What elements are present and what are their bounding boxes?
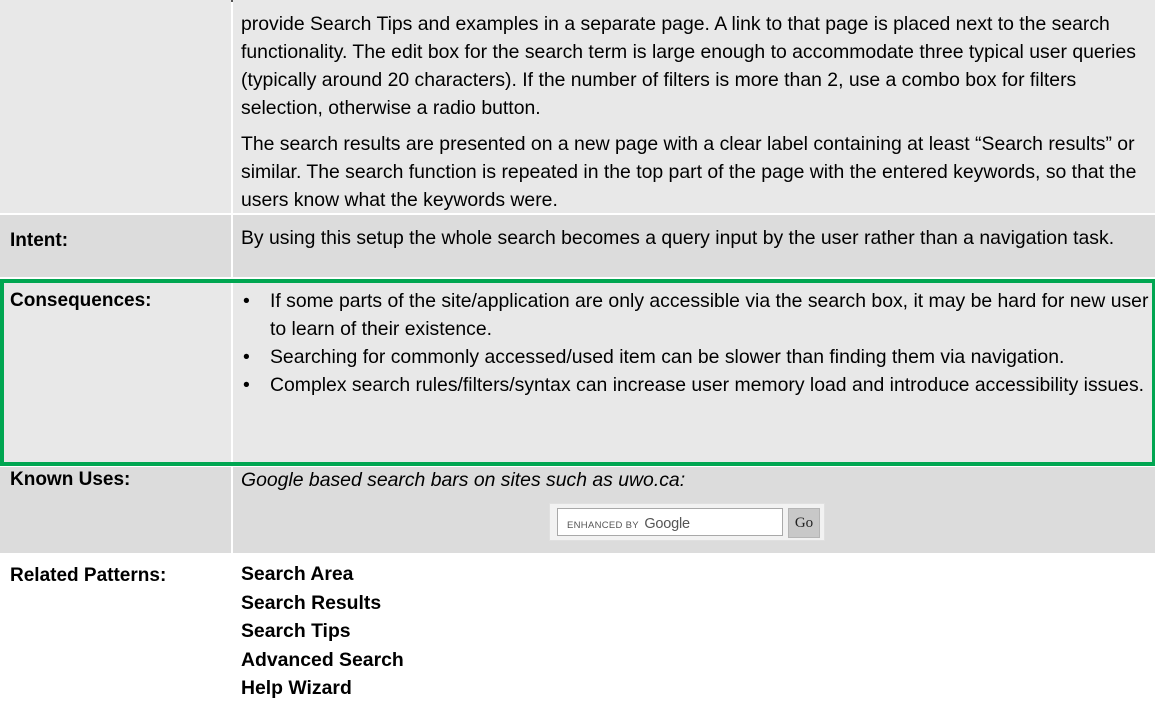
search-input[interactable]: ENHANCED BY Google [557, 508, 783, 536]
consequences-label: Consequences: [0, 279, 231, 465]
go-button[interactable]: Go [788, 508, 820, 538]
related-pattern-link[interactable]: Help Wizard [241, 674, 352, 703]
known-uses-text: Google based search bars on sites such a… [241, 469, 686, 491]
solution-paragraph: The search results are presented on a ne… [241, 133, 1137, 211]
related-pattern-link[interactable]: Advanced Search [241, 646, 404, 675]
intent-text: By using this setup the whole search bec… [233, 215, 1155, 277]
list-item: • Complex search rules/filters/syntax can… [241, 371, 1149, 399]
bullet-icon: • [243, 374, 250, 396]
related-patterns-content-cell: Search Area Search Results Search Tips A… [233, 555, 1155, 704]
related-patterns-label: Related Patterns: [0, 555, 231, 704]
consequences-content-cell: • If some parts of the site/application a… [233, 279, 1155, 465]
consequence-text: Searching for commonly accessed/used ite… [270, 346, 1065, 368]
consequences-list: • If some parts of the site/application a… [241, 287, 1149, 399]
solution-paragraph: provide Search Tips and examples in a se… [241, 13, 1136, 119]
intent-label: Intent: [0, 215, 231, 277]
consequence-text: Complex search rules/filters/syntax can … [270, 374, 1145, 396]
google-logo: Google [644, 516, 690, 532]
consequences-row: Consequences: • If some parts of the site… [0, 279, 1155, 465]
list-item: • If some parts of the site/application a… [241, 287, 1149, 343]
solution-label-cell [0, 0, 231, 213]
known-uses-row: Known Uses: Google based search bars on … [0, 467, 1155, 553]
enhanced-by-watermark: ENHANCED BY [567, 520, 639, 531]
related-pattern-link[interactable]: Search Area [241, 560, 353, 589]
solution-row: provide Search Tips and examples in a se… [0, 0, 1155, 213]
solution-content-cell: provide Search Tips and examples in a se… [233, 0, 1155, 213]
list-item: • Searching for commonly accessed/used it… [241, 343, 1149, 371]
bullet-icon: • [243, 346, 250, 368]
intent-row: Intent: By using this setup the whole se… [0, 215, 1155, 277]
consequence-text: If some parts of the site/application ar… [270, 290, 1149, 340]
pattern-document-page: provide Search Tips and examples in a se… [0, 0, 1155, 704]
related-pattern-link[interactable]: Search Tips [241, 617, 351, 646]
bullet-icon: • [243, 290, 250, 312]
known-uses-content-cell: Google based search bars on sites such a… [233, 467, 1155, 553]
google-search-widget: ENHANCED BY Google Go [549, 503, 825, 541]
related-pattern-link[interactable]: Search Results [241, 589, 381, 618]
known-uses-label: Known Uses: [0, 467, 231, 553]
related-patterns-row: Related Patterns: Search Area Search Res… [0, 555, 1155, 704]
